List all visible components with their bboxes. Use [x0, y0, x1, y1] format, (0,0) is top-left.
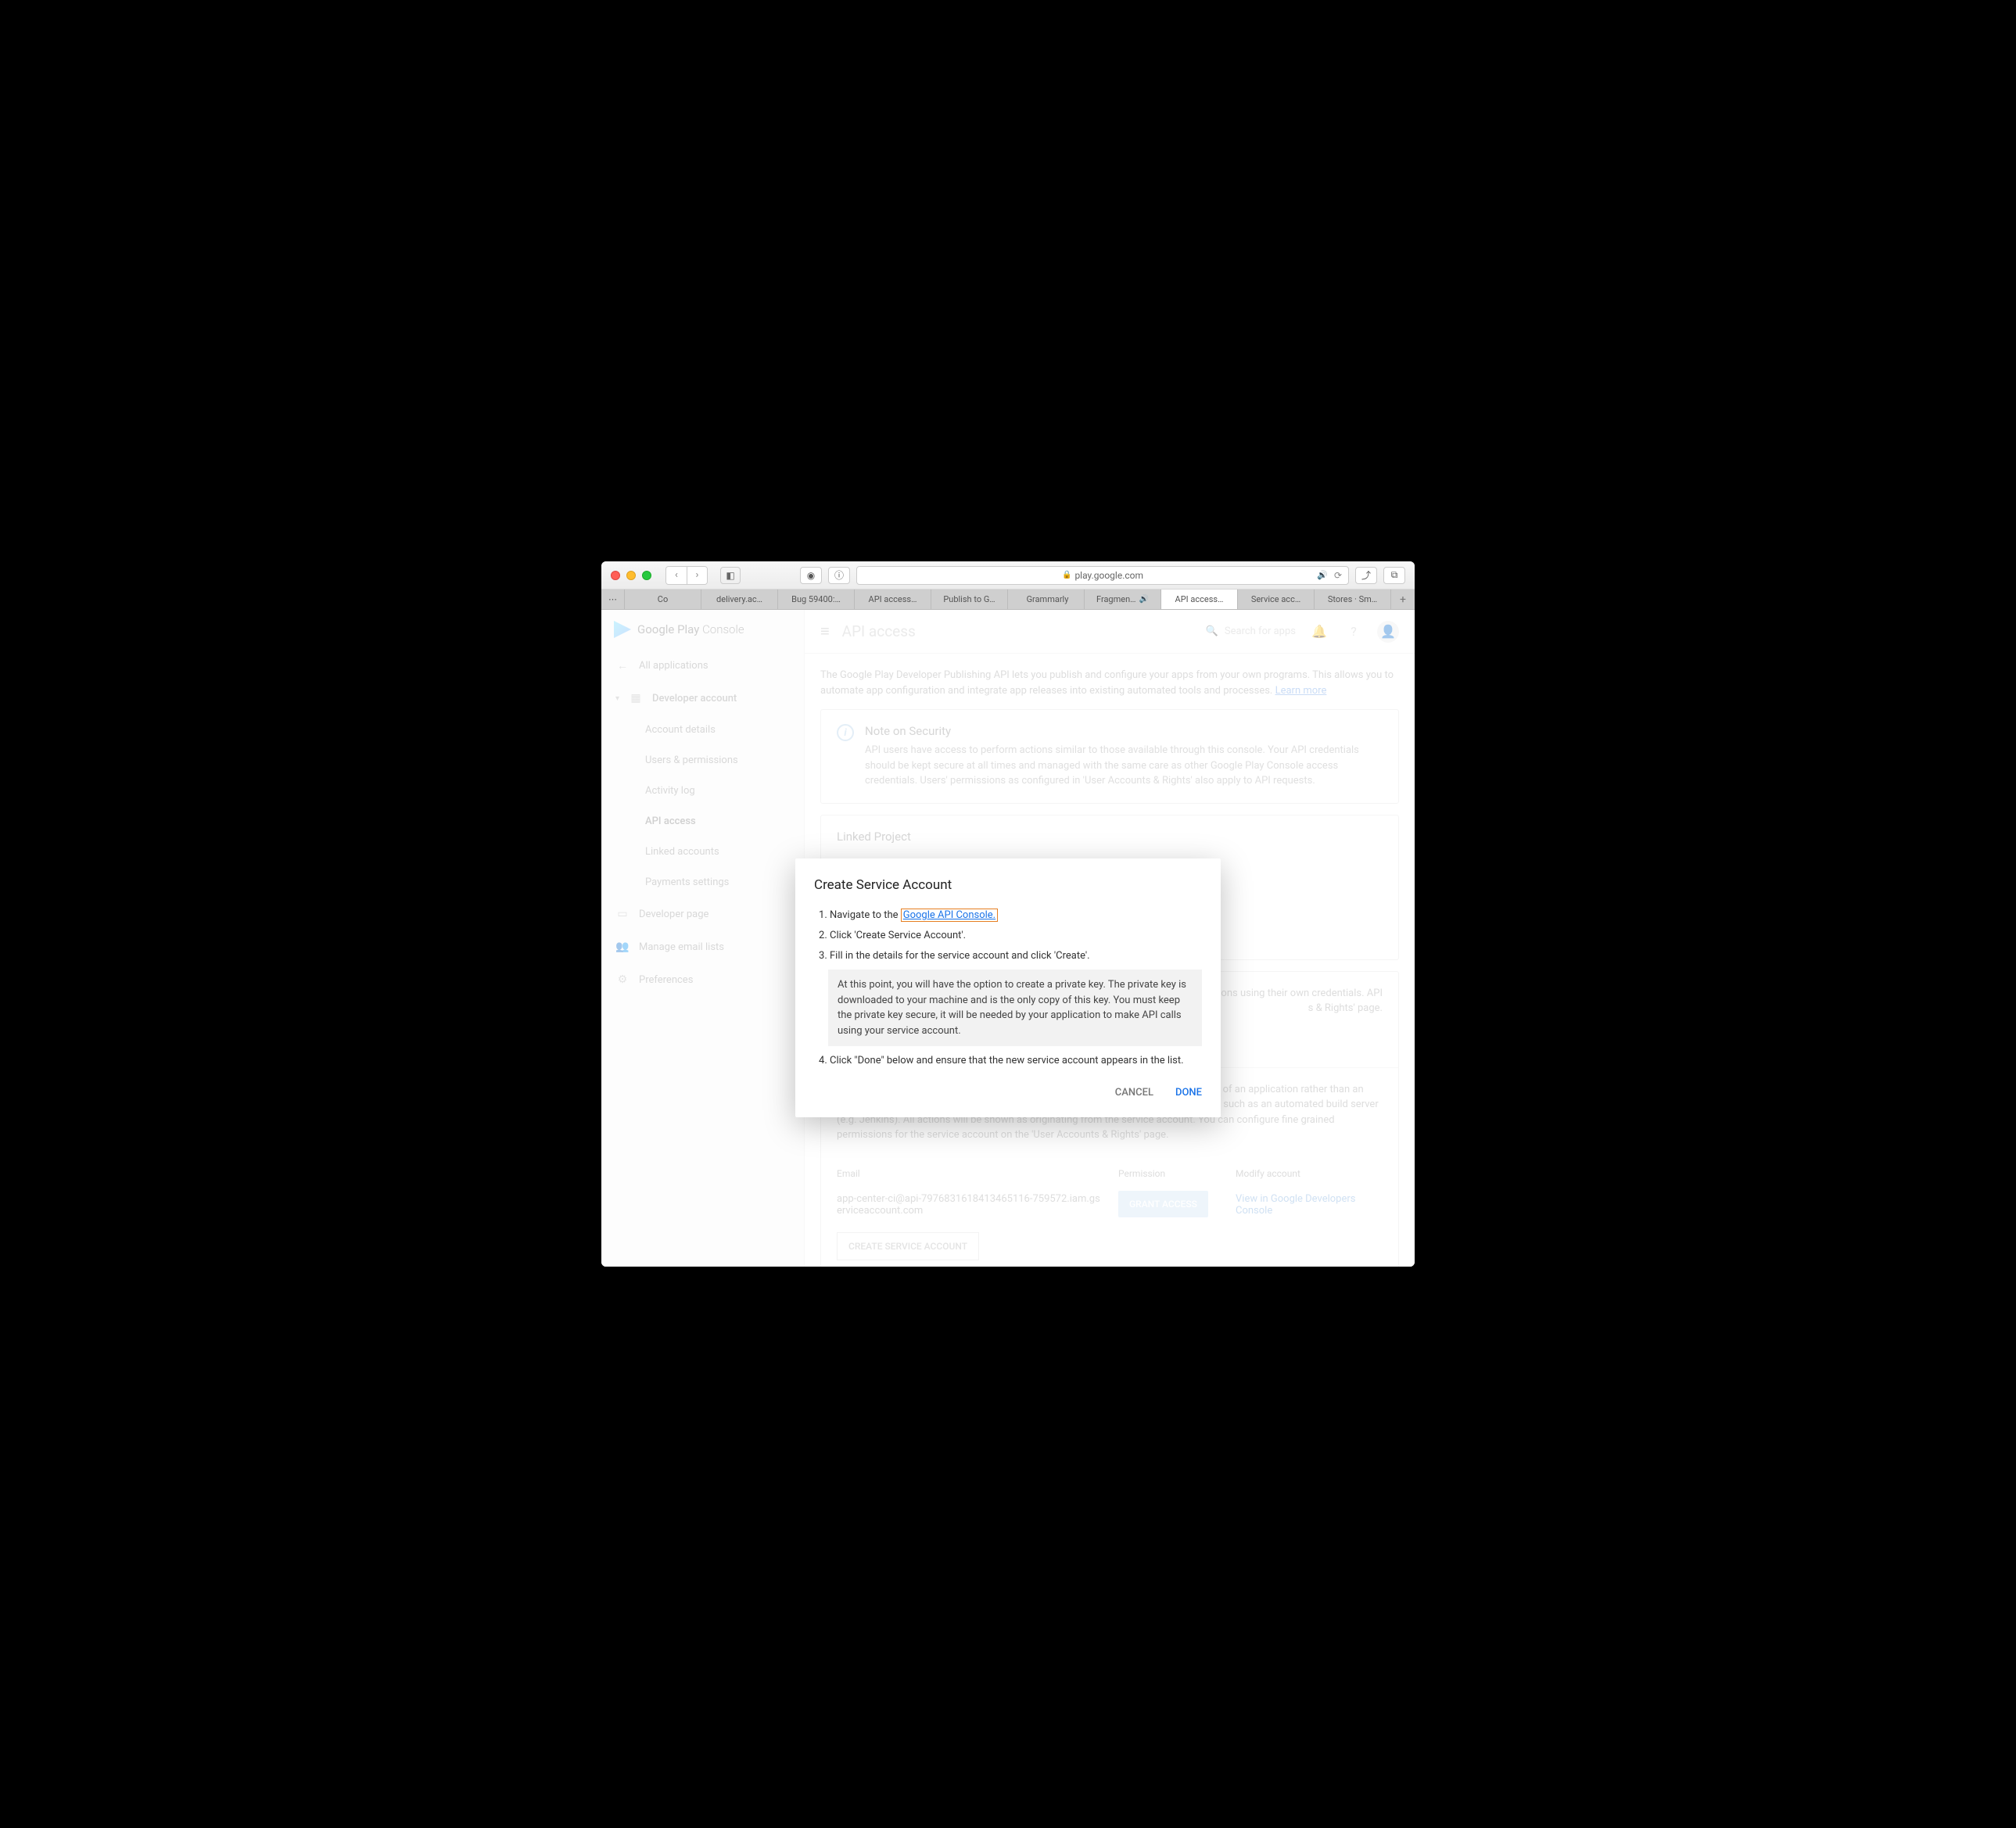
done-button[interactable]: DONE — [1175, 1087, 1202, 1099]
step-2: Click 'Create Service Account'. — [830, 927, 1202, 944]
private-key-callout: At this point, you will have the option … — [828, 970, 1202, 1046]
step-1: Navigate to the Google API Console. — [830, 907, 1202, 924]
cancel-button[interactable]: CANCEL — [1115, 1087, 1153, 1099]
google-api-console-link[interactable]: Google API Console. — [901, 909, 998, 922]
dialog-title: Create Service Account — [814, 877, 1202, 893]
step-3: Fill in the details for the service acco… — [830, 948, 1202, 965]
step-4: Click "Done" below and ensure that the n… — [830, 1052, 1202, 1070]
create-sa-dialog: Create Service Account Navigate to the G… — [795, 858, 1221, 1117]
